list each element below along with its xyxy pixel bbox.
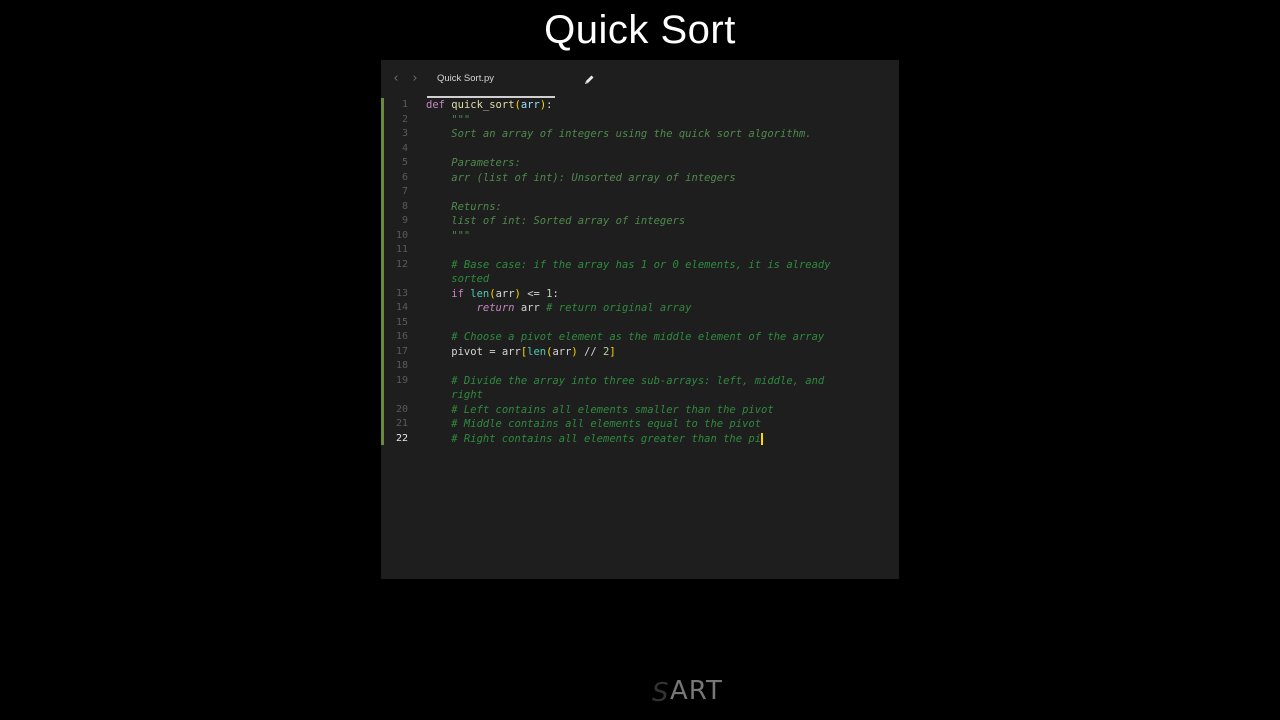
- code-line[interactable]: 7: [381, 185, 899, 200]
- code-line[interactable]: 18: [381, 359, 899, 374]
- code-line[interactable]: 1 def quick_sort(arr):: [381, 98, 899, 113]
- line-number: 5: [401, 157, 408, 168]
- line-text: Returns:: [426, 200, 502, 213]
- chevron-right-icon[interactable]: ›: [409, 72, 421, 86]
- watermark-art: ART: [670, 676, 723, 706]
- code-line[interactable]: 4: [381, 142, 899, 157]
- line-number: 20: [395, 403, 408, 415]
- code-line[interactable]: 11: [381, 243, 899, 258]
- line-number: 3: [401, 128, 408, 139]
- line-number: 15: [395, 316, 408, 328]
- line-number: 10: [395, 229, 408, 241]
- line-number: 14: [395, 302, 408, 313]
- code-line[interactable]: 10 """: [381, 229, 899, 244]
- code-line[interactable]: 16 # Choose a pivot element as the middl…: [381, 330, 899, 345]
- line-number: 7: [401, 186, 408, 197]
- tab-quick-sort-py[interactable]: Quick Sort.py: [427, 60, 594, 98]
- line-number: 9: [401, 215, 408, 226]
- line-text: arr (list of int): Unsorted array of int…: [426, 171, 736, 184]
- line-number: 19: [395, 374, 408, 386]
- line-number: 4: [401, 142, 408, 154]
- code-line[interactable]: 12 # Base case: if the array has 1 or 0 …: [381, 258, 899, 273]
- page-title: Quick Sort: [544, 8, 736, 52]
- code-line[interactable]: 5 Parameters:: [381, 156, 899, 171]
- line-number: 8: [401, 200, 408, 212]
- code-line[interactable]: 2 """: [381, 113, 899, 128]
- line-text: Sort an array of integers using the quic…: [426, 128, 812, 140]
- code-line[interactable]: 21 # Middle contains all elements equal …: [381, 417, 899, 432]
- watermark-logo: S ART: [650, 676, 750, 710]
- line-number: 22: [395, 432, 408, 444]
- line-text: """: [426, 113, 471, 126]
- line-text: sorted: [426, 273, 490, 285]
- line-text: if len(arr) <= 1:: [451, 287, 559, 300]
- line-text: # Choose a pivot element as the middle e…: [426, 331, 825, 343]
- code-area[interactable]: 1 def quick_sort(arr): 2 """ 3 Sort an arra…: [381, 98, 899, 446]
- line-text: list of int: Sorted array of integers: [426, 215, 686, 227]
- line-text: Parameters:: [426, 157, 521, 169]
- code-line[interactable]: 6 arr (list of int): Unsorted array of i…: [381, 171, 899, 186]
- chevron-left-icon[interactable]: ‹: [390, 72, 402, 86]
- line-number: 6: [401, 171, 408, 183]
- line-number: 16: [395, 331, 408, 342]
- code-editor: ‹ › Quick Sort.py 1 def quick_sort(arr): 2…: [381, 60, 899, 579]
- code-line[interactable]: 9 list of int: Sorted array of integers: [381, 214, 899, 229]
- line-number: 21: [395, 418, 408, 429]
- code-line[interactable]: 13 if len(arr) <= 1:: [381, 287, 899, 302]
- watermark-s: S: [652, 678, 669, 708]
- text-cursor: [761, 432, 763, 445]
- line-text: # Base case: if the array has 1 or 0 ele…: [426, 258, 831, 271]
- tab-bar: ‹ › Quick Sort.py: [381, 60, 899, 98]
- line-number: 2: [401, 113, 408, 125]
- code-line[interactable]: 15: [381, 316, 899, 331]
- code-line[interactable]: 14 return arr # return original array: [381, 301, 899, 316]
- line-text: right: [426, 389, 483, 401]
- tab-label: Quick Sort.py: [437, 73, 495, 84]
- code-line[interactable]: 22 # Right contains all elements greater…: [381, 432, 899, 447]
- line-text: # Divide the array into three sub-arrays…: [426, 374, 825, 387]
- code-line[interactable]: 3 Sort an array of integers using the qu…: [381, 127, 899, 142]
- line-number: 18: [395, 360, 408, 371]
- code-line[interactable]: 19 # Divide the array into three sub-arr…: [381, 374, 899, 389]
- code-line[interactable]: 20 # Left contains all elements smaller …: [381, 403, 899, 418]
- pencil-icon[interactable]: [583, 73, 595, 85]
- code-line[interactable]: 17 pivot = arr[len(arr) // 2]: [381, 345, 899, 360]
- line-number: 12: [395, 258, 408, 270]
- line-text: pivot = arr[len(arr) // 2]: [426, 345, 616, 358]
- code-line[interactable]: right: [381, 388, 899, 403]
- line-number: 11: [395, 244, 408, 255]
- code-line[interactable]: sorted: [381, 272, 899, 287]
- line-text: """: [426, 229, 471, 242]
- line-text: # Right contains all elements greater th…: [426, 432, 763, 445]
- line-text: # Middle contains all elements equal to …: [426, 418, 762, 430]
- line-number: 1: [401, 99, 408, 110]
- line-text: # Left contains all elements smaller tha…: [426, 403, 774, 416]
- code-line[interactable]: 8 Returns:: [381, 200, 899, 215]
- line-text: def quick_sort(arr):: [426, 99, 553, 111]
- line-number: 17: [395, 345, 408, 357]
- line-text: return arr # return original array: [476, 302, 692, 314]
- line-number: 13: [395, 287, 408, 299]
